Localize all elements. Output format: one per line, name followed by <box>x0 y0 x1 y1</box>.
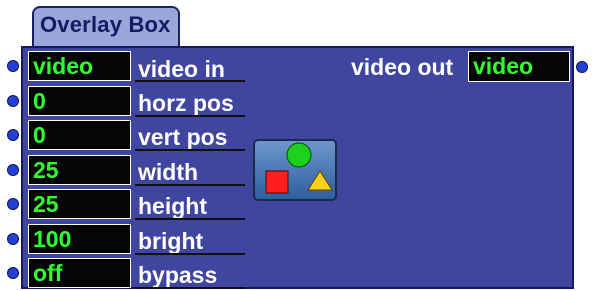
field-bypass[interactable]: off <box>28 258 131 288</box>
field-width[interactable]: 25 <box>28 155 131 185</box>
label-height: height <box>138 193 207 219</box>
label-bright: bright <box>138 228 204 254</box>
field-vert-pos[interactable]: 0 <box>28 120 131 150</box>
label-vert-pos: vert pos <box>138 124 228 150</box>
input-port-width[interactable] <box>7 164 19 176</box>
label-underline <box>135 115 245 117</box>
label-underline <box>135 149 245 151</box>
label-underline <box>135 80 245 82</box>
module-title: Overlay Box <box>40 12 171 37</box>
label-underline <box>135 253 245 255</box>
input-port-vert-pos[interactable] <box>7 129 19 141</box>
label-width: width <box>138 159 199 185</box>
input-port-bright[interactable] <box>7 233 19 245</box>
label-underline <box>135 287 245 289</box>
field-horz-pos[interactable]: 0 <box>28 86 131 116</box>
label-horz-pos: horz pos <box>138 90 234 116</box>
input-port-horz-pos[interactable] <box>7 95 19 107</box>
label-underline <box>135 218 245 220</box>
field-video-in[interactable]: video <box>28 51 131 81</box>
label-video-in: video in <box>138 56 225 82</box>
input-port-height[interactable] <box>7 198 19 210</box>
input-port-bypass[interactable] <box>7 267 19 279</box>
overlay-shapes-icon <box>252 138 338 202</box>
label-bypass: bypass <box>138 262 218 288</box>
field-height[interactable]: 25 <box>28 189 131 219</box>
label-video-out: video out <box>351 54 454 80</box>
label-underline <box>135 184 245 186</box>
input-port-video-in[interactable] <box>7 60 19 72</box>
field-bright[interactable]: 100 <box>28 224 131 254</box>
output-port-video-out[interactable] <box>576 61 588 73</box>
field-video-out[interactable]: video <box>468 51 570 82</box>
